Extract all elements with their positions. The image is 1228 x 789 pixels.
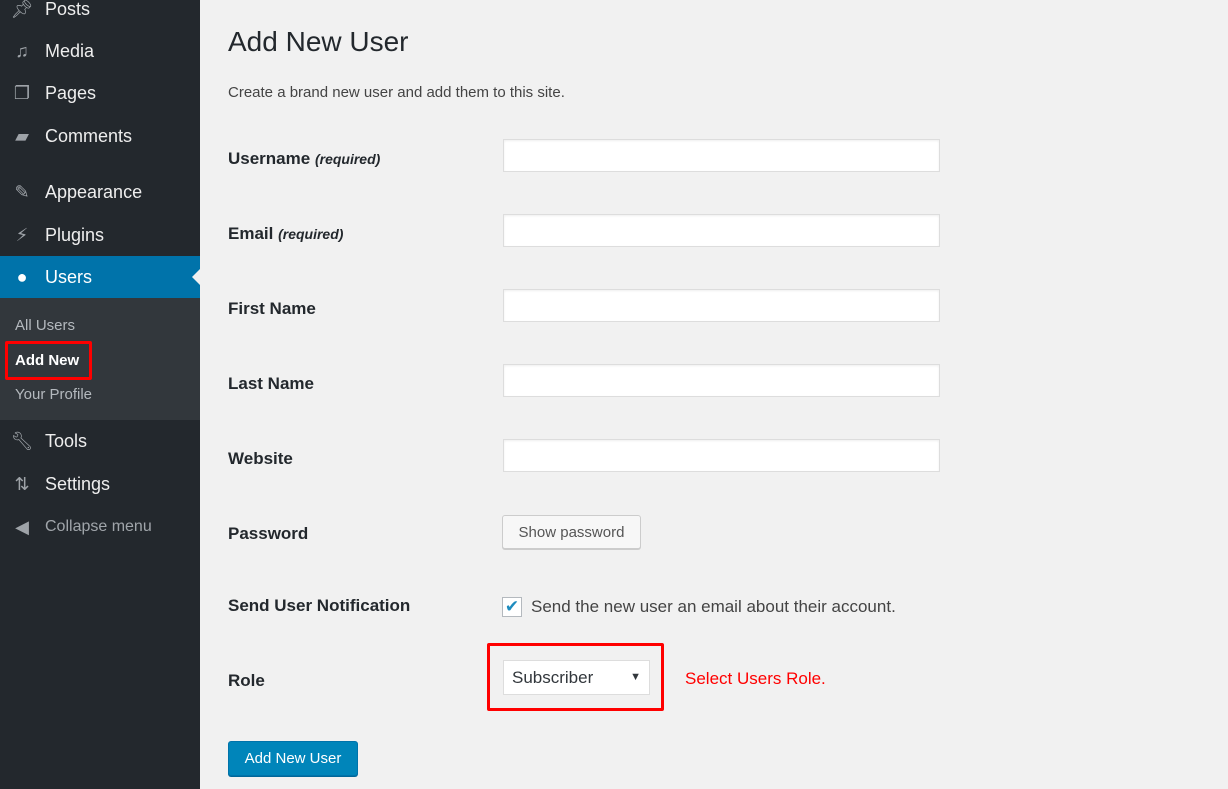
sidebar-item-label: Appearance — [45, 181, 143, 202]
pin-icon: 📌︎ — [10, 0, 34, 19]
sidebar-item-plugins[interactable]: ⚡︎ Plugins — [0, 214, 200, 256]
sidebar-item-label: Comments — [45, 125, 133, 146]
submenu-all-users[interactable]: All Users — [15, 317, 75, 334]
page-description: Create a brand new user and add them to … — [228, 84, 565, 101]
plugin-icon: ⚡︎ — [15, 224, 29, 245]
username-label-text: Username — [228, 149, 311, 168]
checkmark-icon: ✔ — [504, 597, 520, 616]
last-name-label: Last Name — [228, 374, 314, 393]
sidebar-item-users[interactable]: ● Users — [0, 256, 200, 298]
email-input[interactable] — [503, 214, 940, 247]
website-input[interactable] — [503, 439, 940, 472]
required-note: (required) — [314, 151, 381, 167]
sidebar-item-media[interactable]: ♫ Media — [0, 30, 200, 72]
sidebar-item-settings[interactable]: ⇅ Settings — [0, 463, 200, 505]
role-selected-value: Subscriber — [512, 667, 594, 687]
sidebar-item-label: Media — [45, 40, 95, 61]
sidebar-item-pages[interactable]: ❐ Pages — [0, 72, 200, 114]
wrench-icon: 🔧︎ — [10, 430, 34, 451]
sidebar-item-posts[interactable]: 📌︎ Posts — [0, 0, 200, 30]
sidebar-item-label: Pages — [45, 82, 97, 103]
password-label: Password — [228, 524, 309, 543]
sidebar-item-label: Posts — [45, 0, 91, 19]
submenu-your-profile[interactable]: Your Profile — [15, 386, 92, 403]
first-name-label: First Name — [228, 299, 316, 318]
first-name-input[interactable] — [503, 289, 940, 322]
show-password-button[interactable]: Show password — [502, 515, 641, 549]
role-annotation: Select Users Role. — [685, 669, 826, 688]
required-note: (required) — [278, 226, 344, 242]
admin-sidebar: 📌︎ Posts ♫ Media ❐ Pages ▰ Comments ✎ Appeara… — [0, 0, 200, 789]
username-label: Username (required) — [228, 149, 380, 169]
sidebar-item-label: Plugins — [45, 224, 105, 245]
sidebar-item-tools[interactable]: 🔧︎ Tools — [0, 420, 200, 462]
sidebar-item-comments[interactable]: ▰ Comments — [0, 115, 200, 157]
website-label: Website — [228, 449, 293, 468]
collapse-icon: ◀ — [15, 516, 29, 537]
last-name-input[interactable] — [503, 364, 940, 397]
sidebar-item-label: Tools — [45, 430, 88, 451]
role-label: Role — [228, 671, 265, 690]
sidebar-item-label: Users — [45, 266, 93, 287]
notification-label: Send User Notification — [228, 596, 411, 615]
pages-icon: ❐ — [13, 82, 31, 103]
settings-icon: ⇅ — [14, 473, 30, 494]
role-select[interactable]: Subscriber ▼ — [503, 660, 650, 695]
add-new-user-button[interactable]: Add New User — [228, 741, 358, 776]
media-icon: ♫ — [15, 40, 29, 61]
sidebar-item-appearance[interactable]: ✎ Appearance — [0, 171, 200, 213]
user-icon: ● — [16, 266, 28, 287]
notification-checkbox-label[interactable]: Send the new user an email about their a… — [531, 597, 896, 617]
highlight-box — [5, 341, 92, 380]
email-label-text: Email — [228, 224, 274, 243]
sidebar-item-label: Settings — [45, 473, 111, 494]
paintbrush-icon: ✎ — [14, 181, 30, 202]
collapse-label: Collapse menu — [45, 518, 152, 535]
username-input[interactable] — [503, 139, 940, 172]
collapse-menu-button[interactable]: ◀ Collapse menu — [0, 506, 200, 548]
dropdown-arrow-icon: ▼ — [630, 671, 641, 683]
notification-checkbox[interactable]: ✔ — [502, 597, 522, 617]
page-title: Add New User — [228, 26, 409, 57]
comment-icon: ▰ — [15, 125, 29, 146]
email-label: Email (required) — [228, 224, 343, 244]
